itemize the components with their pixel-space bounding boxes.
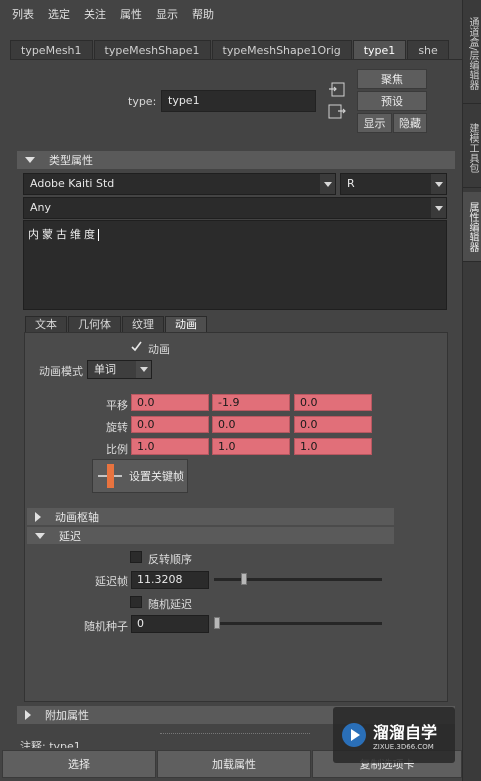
rotate-x-field[interactable]: 0.0 xyxy=(131,416,209,433)
menu-help[interactable]: 帮助 xyxy=(192,6,214,22)
animation-mode-dropdown[interactable]: 单词 xyxy=(87,360,152,379)
reverse-order-label: 反转顺序 xyxy=(148,553,192,566)
section-delay[interactable]: 延迟 xyxy=(27,527,394,544)
writing-system-value: Any xyxy=(30,201,52,214)
tab-typemesh1[interactable]: typeMesh1 xyxy=(10,40,93,59)
random-seed-label: 随机种子 xyxy=(84,620,128,633)
watermark-title: 溜溜自学 xyxy=(373,723,438,742)
load-attributes-button[interactable]: 加载属性 xyxy=(157,750,311,778)
tab-modeling-toolkit[interactable]: 建模工具包 xyxy=(463,108,481,188)
select-button[interactable]: 选择 xyxy=(2,750,156,778)
tab-shader[interactable]: she xyxy=(407,40,449,59)
tab-channel-box[interactable]: 通道盒/层编辑器 xyxy=(463,4,481,104)
text-cursor xyxy=(98,229,99,241)
menu-select[interactable]: 选定 xyxy=(48,6,70,22)
delay-frames-slider-handle[interactable] xyxy=(241,573,247,585)
text-input-area[interactable]: 内蒙古维度 xyxy=(23,220,447,310)
section-type-attributes[interactable]: 类型属性 xyxy=(17,151,455,169)
attribute-tabs: 文本 几何体 纹理 动画 xyxy=(25,316,208,332)
tab-typemeshshape1[interactable]: typeMeshShape1 xyxy=(93,40,211,59)
reverse-order-checkbox[interactable] xyxy=(130,551,142,563)
random-seed-field[interactable]: 0 xyxy=(131,615,209,633)
rotate-y-field[interactable]: 0.0 xyxy=(212,416,290,433)
rotate-z-field[interactable]: 0.0 xyxy=(294,416,372,433)
random-seed-slider-handle[interactable] xyxy=(214,617,220,629)
hide-button[interactable]: 隐藏 xyxy=(393,113,427,133)
delay-frames-label: 延迟帧 xyxy=(95,575,128,588)
menu-attributes[interactable]: 属性 xyxy=(120,6,142,22)
collapse-triangle-icon xyxy=(25,157,35,163)
notes-divider xyxy=(160,733,310,734)
translate-label: 平移 xyxy=(106,399,128,412)
focus-button[interactable]: 聚焦 xyxy=(357,69,427,89)
presets-button[interactable]: 预设 xyxy=(357,91,427,111)
random-seed-slider-track[interactable] xyxy=(214,622,382,625)
chevron-down-icon xyxy=(431,174,446,194)
node-tabs: typeMesh1 typeMeshShape1 typeMeshShape1O… xyxy=(10,40,462,60)
font-style-dropdown[interactable]: R xyxy=(340,173,447,195)
scale-label: 比例 xyxy=(106,443,128,456)
expand-triangle-icon xyxy=(25,710,31,720)
delay-frames-slider-track[interactable] xyxy=(214,578,382,581)
tab-geometry[interactable]: 几何体 xyxy=(68,316,121,332)
show-button[interactable]: 显示 xyxy=(357,113,392,133)
random-delay-label: 随机延迟 xyxy=(148,598,192,611)
tab-texture[interactable]: 纹理 xyxy=(122,316,164,332)
menubar: 列表 选定 关注 属性 显示 帮助 xyxy=(0,0,462,28)
delay-frames-field[interactable]: 11.3208 xyxy=(131,571,209,589)
node-name-field[interactable]: type1 xyxy=(161,90,316,112)
translate-y-field[interactable]: -1.9 xyxy=(212,394,290,411)
node-name-label: type: xyxy=(128,95,157,108)
tab-attribute-editor[interactable]: 属性编辑器 xyxy=(463,192,481,262)
chevron-down-icon xyxy=(431,198,446,218)
tab-animation[interactable]: 动画 xyxy=(165,316,207,332)
play-logo-icon xyxy=(342,723,366,747)
translate-z-field[interactable]: 0.0 xyxy=(294,394,372,411)
input-connection-icon[interactable] xyxy=(328,82,346,98)
chevron-down-icon xyxy=(136,361,151,378)
animate-checkbox[interactable] xyxy=(130,340,143,353)
font-style-value: R xyxy=(347,177,355,190)
font-value: Adobe Kaiti Std xyxy=(30,177,115,190)
chevron-down-icon xyxy=(320,174,335,194)
set-key-button[interactable]: 设置关键帧 xyxy=(92,459,188,493)
section-title: 类型属性 xyxy=(49,154,93,167)
section-title: 动画枢轴 xyxy=(55,510,99,524)
tab-text[interactable]: 文本 xyxy=(25,316,67,332)
menu-focus[interactable]: 关注 xyxy=(84,6,106,22)
notes-label: 注释: type1 xyxy=(20,740,81,748)
menu-list[interactable]: 列表 xyxy=(12,6,34,22)
side-panel-tabs: 通道盒/层编辑器 建模工具包 属性编辑器 xyxy=(462,0,481,781)
output-connection-icon[interactable] xyxy=(328,104,346,120)
translate-x-field[interactable]: 0.0 xyxy=(131,394,209,411)
animation-mode-value: 单词 xyxy=(94,363,116,376)
font-dropdown[interactable]: Adobe Kaiti Std xyxy=(23,173,336,195)
animation-mode-label: 动画模式 xyxy=(39,365,83,378)
section-title: 附加属性 xyxy=(45,709,89,722)
section-animation-pivot[interactable]: 动画枢轴 xyxy=(27,508,394,525)
rotate-label: 旋转 xyxy=(106,421,128,434)
watermark-url: ZIXUE.3D66.COM xyxy=(373,743,434,751)
tab-typemeshshape1orig[interactable]: typeMeshShape1Orig xyxy=(211,40,352,59)
tab-type1[interactable]: type1 xyxy=(352,40,407,59)
expand-triangle-icon xyxy=(35,511,41,522)
section-title: 延迟 xyxy=(59,529,81,543)
scale-y-field[interactable]: 1.0 xyxy=(212,438,290,455)
set-key-label: 设置关键帧 xyxy=(129,470,184,483)
random-delay-checkbox[interactable] xyxy=(130,596,142,608)
scale-x-field[interactable]: 1.0 xyxy=(131,438,209,455)
watermark: 溜溜自学 ZIXUE.3D66.COM xyxy=(333,707,455,763)
menu-show[interactable]: 显示 xyxy=(156,6,178,22)
text-content: 内蒙古维度 xyxy=(28,228,98,241)
writing-system-dropdown[interactable]: Any xyxy=(23,197,447,219)
set-key-icon xyxy=(98,464,122,488)
collapse-triangle-icon xyxy=(35,532,45,539)
scale-z-field[interactable]: 1.0 xyxy=(294,438,372,455)
animate-label: 动画 xyxy=(148,343,170,356)
